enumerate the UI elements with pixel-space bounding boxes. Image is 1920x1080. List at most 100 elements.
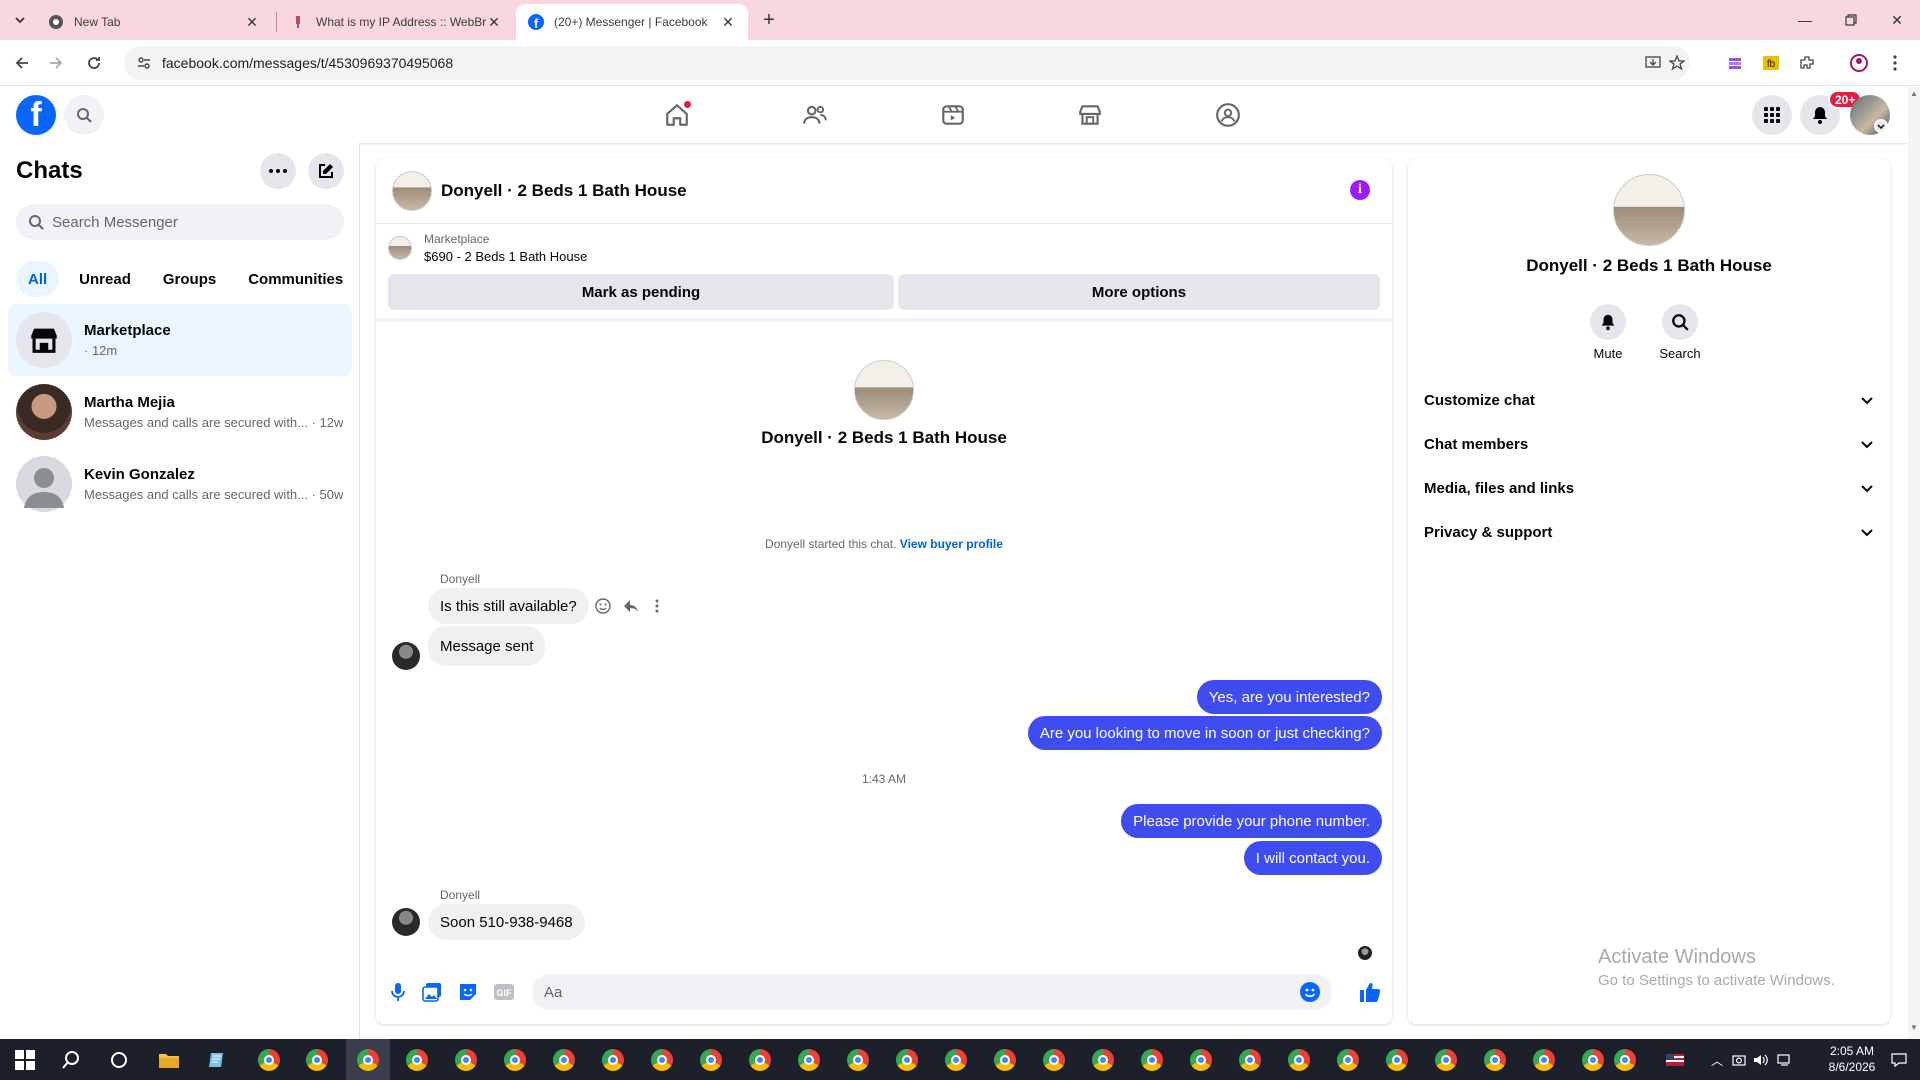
chrome-icon[interactable] (1041, 1047, 1067, 1073)
conversation-avatar[interactable] (392, 170, 432, 211)
react-icon[interactable] (592, 595, 614, 617)
chrome-icon[interactable] (1612, 1047, 1638, 1073)
windows-start-icon[interactable] (12, 1047, 38, 1073)
info-avatar[interactable] (1613, 174, 1685, 246)
tray-chevron-up-icon[interactable]: ︿ (1708, 1051, 1726, 1069)
tab-new-tab[interactable]: New Tab ✕ (36, 4, 272, 40)
nav-friends[interactable] (760, 87, 870, 143)
incoming-message[interactable]: Message sent (428, 626, 546, 666)
close-tab-icon[interactable]: ✕ (244, 14, 260, 30)
site-settings-icon[interactable] (136, 55, 152, 71)
sender-avatar[interactable] (392, 642, 420, 670)
notepad-icon[interactable] (204, 1047, 230, 1073)
facebook-search-button[interactable] (64, 95, 104, 135)
mark-pending-button[interactable]: Mark as pending (388, 274, 894, 310)
info-icon[interactable]: i (1350, 180, 1370, 200)
more-options-button[interactable]: More options (898, 274, 1380, 310)
filter-groups[interactable]: Groups (151, 261, 228, 297)
tab-search-chevron-icon[interactable] (8, 8, 32, 32)
chrome-icon[interactable] (1580, 1047, 1606, 1073)
chrome-icon[interactable] (404, 1047, 430, 1073)
chrome-icon[interactable] (845, 1047, 871, 1073)
chrome-icon[interactable] (1482, 1047, 1508, 1073)
emoji-icon[interactable] (1300, 982, 1320, 1002)
install-app-icon[interactable] (1642, 52, 1664, 74)
chrome-icon[interactable] (1531, 1047, 1557, 1073)
chrome-icon[interactable] (1188, 1047, 1214, 1073)
nav-watch[interactable] (898, 87, 1008, 143)
camera-tray-icon[interactable] (1730, 1051, 1748, 1069)
sender-avatar[interactable] (392, 908, 420, 936)
taskbar-search-icon[interactable] (58, 1047, 84, 1073)
like-thumb-icon[interactable] (1358, 980, 1382, 1004)
nav-groups[interactable] (1173, 87, 1283, 143)
reload-button[interactable] (80, 49, 108, 77)
chat-item-martha-mejia[interactable]: Martha Mejia Messages and calls are secu… (8, 376, 352, 448)
outgoing-message[interactable]: Yes, are you interested? (1196, 680, 1382, 714)
chat-item-kevin-gonzalez[interactable]: Kevin Gonzalez Messages and calls are se… (8, 448, 352, 520)
profile-icon[interactable] (1848, 52, 1870, 74)
incoming-message[interactable]: Soon 510-938-9468 (428, 904, 585, 940)
menu-grid-button[interactable] (1752, 95, 1792, 135)
filter-all[interactable]: All (16, 261, 60, 297)
minimize-button[interactable]: — (1782, 0, 1828, 40)
bookmark-star-icon[interactable] (1666, 52, 1688, 74)
page-scrollbar[interactable]: ▲ ▼ (1908, 87, 1920, 1039)
forward-button[interactable] (42, 49, 70, 77)
nav-marketplace[interactable] (1035, 87, 1145, 143)
gif-icon[interactable]: GIF (492, 980, 516, 1004)
chrome-icon[interactable] (453, 1047, 479, 1073)
chat-item-marketplace[interactable]: Marketplace · 12m (8, 304, 352, 376)
system-clock[interactable]: 2:05 AM 8/6/2026 (1820, 1043, 1884, 1075)
address-bar[interactable]: facebook.com/messages/t/4530969370495068 (124, 46, 1690, 80)
chrome-icon[interactable] (256, 1047, 282, 1073)
privacy-support-section[interactable]: Privacy & support (1416, 510, 1882, 554)
filter-communities[interactable]: Communities (236, 261, 355, 297)
chrome-icon[interactable] (698, 1047, 724, 1073)
message-input[interactable]: Aa (532, 974, 1332, 1010)
chrome-icon[interactable] (747, 1047, 773, 1073)
extension-yellow-icon[interactable]: fb (1760, 52, 1782, 74)
new-tab-button[interactable]: + (757, 8, 781, 32)
incoming-message[interactable]: Is this still available? (428, 588, 589, 624)
outgoing-message[interactable]: I will contact you. (1243, 841, 1382, 875)
restore-button[interactable] (1828, 0, 1874, 40)
chrome-icon[interactable] (355, 1047, 381, 1073)
chrome-icon[interactable] (796, 1047, 822, 1073)
file-explorer-icon[interactable] (156, 1047, 182, 1073)
nav-home[interactable] (622, 87, 732, 143)
view-buyer-profile-link[interactable]: View buyer profile (900, 537, 1003, 551)
tab-messenger[interactable]: f (20+) Messenger | Facebook ✕ (516, 4, 748, 40)
extension-purple-icon[interactable] (1724, 52, 1746, 74)
photo-icon[interactable] (420, 980, 444, 1004)
flag-icon[interactable] (1666, 1051, 1684, 1069)
chrome-icon[interactable] (943, 1047, 969, 1073)
new-message-button[interactable] (308, 153, 344, 189)
close-tab-icon[interactable]: ✕ (486, 14, 502, 30)
chat-options-button[interactable] (260, 153, 296, 189)
browser-menu-icon[interactable] (1884, 52, 1906, 74)
chrome-icon[interactable] (1384, 1047, 1410, 1073)
message-more-icon[interactable] (646, 595, 668, 617)
network-icon[interactable] (1776, 1051, 1794, 1069)
chrome-icon[interactable] (1139, 1047, 1165, 1073)
marketplace-listing[interactable]: Marketplace $690 - 2 Beds 1 Bath House (388, 232, 587, 264)
outgoing-message[interactable]: Are you looking to move in soon or just … (1027, 716, 1382, 750)
back-button[interactable] (8, 49, 36, 77)
chrome-icon[interactable] (1286, 1047, 1312, 1073)
facebook-logo-icon[interactable]: f (16, 95, 56, 135)
search-messenger-input[interactable]: Search Messenger (16, 204, 344, 240)
chrome-icon[interactable] (502, 1047, 528, 1073)
conversation-title[interactable]: Donyell · 2 Beds 1 Bath House (441, 181, 687, 201)
volume-icon[interactable] (1752, 1051, 1770, 1069)
chrome-icon[interactable] (1335, 1047, 1361, 1073)
mute-button[interactable]: Mute (1578, 304, 1638, 361)
chrome-icon[interactable] (894, 1047, 920, 1073)
chrome-icon[interactable] (1237, 1047, 1263, 1073)
chrome-icon[interactable] (304, 1047, 330, 1073)
chrome-icon[interactable] (1433, 1047, 1459, 1073)
microphone-icon[interactable] (386, 980, 410, 1004)
close-window-button[interactable]: ✕ (1874, 0, 1920, 40)
customize-chat-section[interactable]: Customize chat (1416, 378, 1882, 422)
media-files-links-section[interactable]: Media, files and links (1416, 466, 1882, 510)
